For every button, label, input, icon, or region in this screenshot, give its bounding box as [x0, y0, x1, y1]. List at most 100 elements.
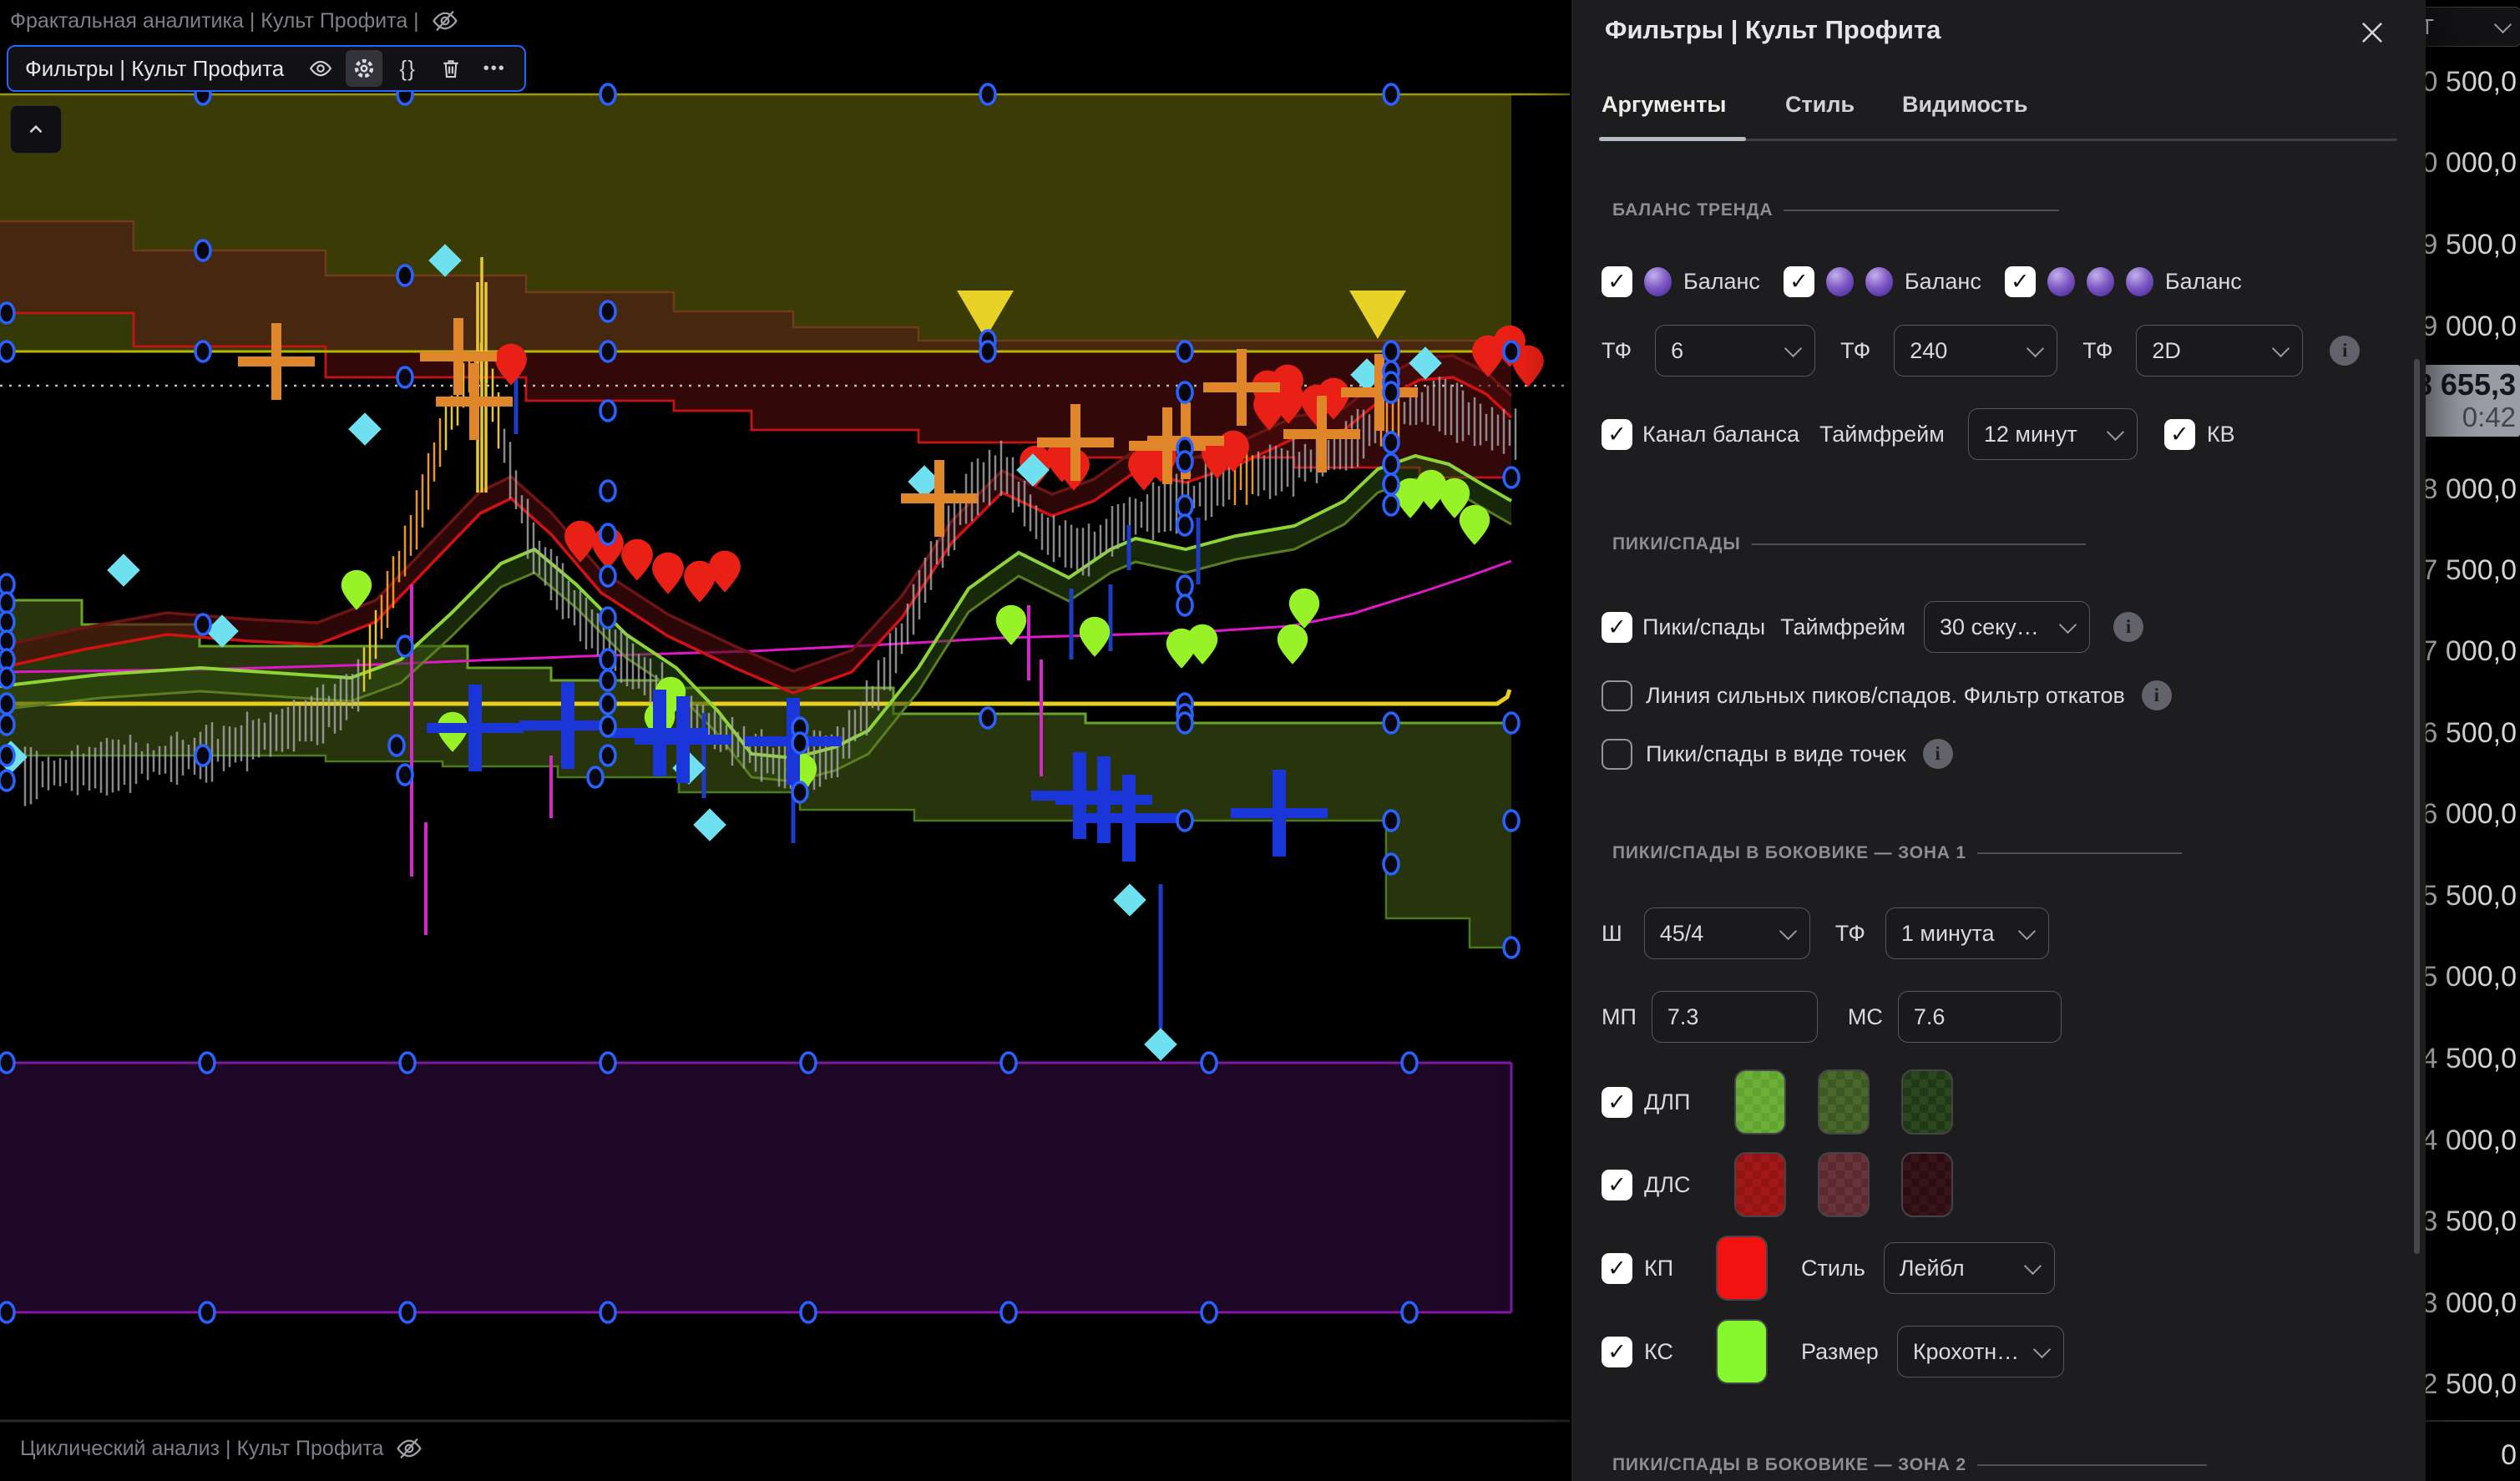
kp-style-dropdown[interactable]: Лейбл: [1884, 1242, 2055, 1294]
more-options-icon[interactable]: •••: [476, 50, 513, 87]
price-label: 2 500,0: [2426, 1368, 2517, 1401]
section-divider-line: [1977, 852, 2182, 854]
pane-divider[interactable]: [2416, 1420, 2520, 1422]
price-label: 7 000,0: [2426, 635, 2517, 668]
tab-style[interactable]: Стиль: [1785, 92, 1855, 118]
zone1-w-dropdown[interactable]: 45/4: [1644, 907, 1810, 959]
balance3-checkbox[interactable]: [2005, 266, 2036, 297]
settings-gear-icon[interactable]: [346, 50, 382, 87]
strong-peaks-label: Линия сильных пиков/спадов. Фильтр откат…: [1646, 683, 2125, 709]
tf2-label: ТФ: [1840, 338, 1870, 364]
dlp-color-swatch[interactable]: [1734, 1069, 1786, 1135]
price-label: 4 500,0: [2426, 1043, 2517, 1075]
zone1-tf-label: ТФ: [1835, 921, 1865, 947]
chevron-down-icon: [2107, 422, 2124, 440]
price-scale[interactable]: 10 500,010 000,09 500,09 000,08 000,07 5…: [2426, 0, 2520, 1481]
ks-size-label: Размер: [1801, 1339, 1879, 1365]
price-label: 9 000,0: [2426, 311, 2517, 343]
chevron-down-icon: [2272, 339, 2290, 356]
indicator-settings-dialog: Фильтры | Культ Профита Аргументы Стиль …: [1571, 0, 2426, 1481]
chevron-down-icon: [2059, 615, 2077, 633]
strong-peaks-row: Линия сильных пиков/спадов. Фильтр откат…: [1602, 673, 2172, 718]
pane1-title: Фрактальная аналитика | Культ Профита |: [10, 9, 419, 33]
zone1-width-row: Ш 45/4 ТФ 1 минута: [1602, 907, 2049, 959]
balance3-dot-icon: [2087, 267, 2114, 296]
indicator-legend[interactable]: Фильтры | Культ Профита {} •••: [7, 45, 526, 92]
pane1-title-row: Фрактальная аналитика | Культ Профита |: [10, 7, 459, 35]
dlp-checkbox[interactable]: [1602, 1087, 1632, 1118]
ks-color-swatch[interactable]: [1716, 1319, 1768, 1384]
zone1-tf-dropdown[interactable]: 1 минута: [1885, 907, 2049, 959]
section-zone1-header: ПИКИ/СПАДЫ В БОКОВИКЕ — ЗОНА 1: [1602, 837, 2182, 870]
tab-visibility[interactable]: Видимость: [1902, 92, 2027, 118]
kp-row: КП Стиль Лейбл: [1602, 1236, 2055, 1301]
section-divider-line: [1752, 543, 2086, 545]
tf1-label: ТФ: [1602, 338, 1632, 364]
kp-checkbox[interactable]: [1602, 1253, 1632, 1284]
ks-checkbox[interactable]: [1602, 1337, 1632, 1367]
dls-checkbox[interactable]: [1602, 1170, 1632, 1200]
zone1-mp-ms-row: МП 7.3 МС 7.6: [1602, 991, 2062, 1043]
dls-color-swatch[interactable]: [1901, 1152, 1953, 1217]
price-chart-canvas[interactable]: [0, 0, 1570, 1481]
tf1-dropdown[interactable]: 6: [1655, 325, 1815, 377]
info-icon[interactable]: [1923, 739, 1953, 769]
price-scale-mode-box[interactable]: Т: [2418, 7, 2520, 47]
source-code-icon[interactable]: {}: [389, 50, 426, 87]
balance1-label: Баланс: [1683, 269, 1760, 295]
balance-tf-row: ТФ 6 ТФ 240 ТФ 2D: [1602, 325, 2360, 377]
chevron-down-icon: [2018, 922, 2036, 939]
price-label: 8 000,0: [2426, 473, 2517, 506]
dls-color-swatch[interactable]: [1818, 1152, 1870, 1217]
eye-off-icon[interactable]: [431, 7, 459, 35]
kv-checkbox[interactable]: [2164, 419, 2195, 450]
channel-label: Канал баланса: [1642, 422, 1799, 447]
chevron-down-icon: [2024, 1256, 2042, 1274]
info-icon[interactable]: [2142, 680, 2172, 710]
dialog-scrollbar[interactable]: [2414, 359, 2420, 1254]
tab-arguments[interactable]: Аргументы: [1602, 92, 1726, 118]
eye-icon[interactable]: [302, 50, 339, 87]
ks-size-dropdown[interactable]: Крохотн…: [1897, 1326, 2064, 1377]
dls-color-swatch[interactable]: [1734, 1152, 1786, 1217]
close-icon[interactable]: [2353, 13, 2391, 52]
peaks-tf-label: Таймфрейм: [1780, 614, 1905, 640]
price-label: 10 000,0: [2426, 147, 2517, 179]
peaks-as-dots-checkbox[interactable]: [1602, 739, 1632, 770]
balance3-dot-icon: [2047, 267, 2075, 296]
channel-checkbox[interactable]: [1602, 419, 1632, 450]
kp-color-swatch[interactable]: [1716, 1236, 1768, 1301]
current-price: 8 655,3: [2416, 368, 2516, 402]
price-label: 3 500,0: [2426, 1206, 2517, 1238]
chevron-down-icon: [1779, 922, 1797, 939]
kp-style-label: Стиль: [1801, 1256, 1865, 1281]
pane2-title-row: Циклический анализ | Культ Профита: [20, 1434, 423, 1463]
balance-channel-row: Канал баланса Таймфрейм 12 минут КВ: [1602, 408, 2235, 460]
tf2-dropdown[interactable]: 240: [1894, 325, 2057, 377]
chevron-down-icon: [2027, 339, 2044, 356]
strong-peaks-checkbox[interactable]: [1602, 680, 1632, 711]
mp-input[interactable]: 7.3: [1652, 991, 1818, 1043]
info-icon[interactable]: [2113, 612, 2143, 642]
peaks-checkbox[interactable]: [1602, 612, 1632, 643]
eye-off-icon[interactable]: [395, 1434, 423, 1463]
collapse-pane-button[interactable]: [10, 105, 62, 154]
dlp-color-swatch[interactable]: [1901, 1069, 1953, 1135]
chart-pane[interactable]: Фрактальная аналитика | Культ Профита | …: [0, 0, 1570, 1481]
channel-tf-dropdown[interactable]: 12 минут: [1968, 408, 2138, 460]
info-icon[interactable]: [2330, 336, 2360, 366]
delete-trash-icon[interactable]: [433, 50, 469, 87]
balance1-checkbox[interactable]: [1602, 266, 1632, 297]
ms-input[interactable]: 7.6: [1898, 991, 2062, 1043]
tf3-dropdown[interactable]: 2D: [2136, 325, 2303, 377]
zone1-w-label: Ш: [1602, 921, 1622, 947]
balance2-checkbox[interactable]: [1784, 266, 1814, 297]
price-label: 7 500,0: [2426, 554, 2517, 587]
dlp-color-swatch[interactable]: [1818, 1069, 1870, 1135]
peaks-tf-dropdown[interactable]: 30 секу…: [1924, 601, 2090, 653]
balance2-label: Баланс: [1905, 269, 1981, 295]
price-label: 0: [2501, 1439, 2517, 1472]
dialog-title: Фильтры | Культ Профита: [1605, 15, 1941, 45]
balance2-dot-icon: [1826, 267, 1854, 296]
peaks-as-dots-row: Пики/спады в виде точек: [1602, 731, 1953, 776]
